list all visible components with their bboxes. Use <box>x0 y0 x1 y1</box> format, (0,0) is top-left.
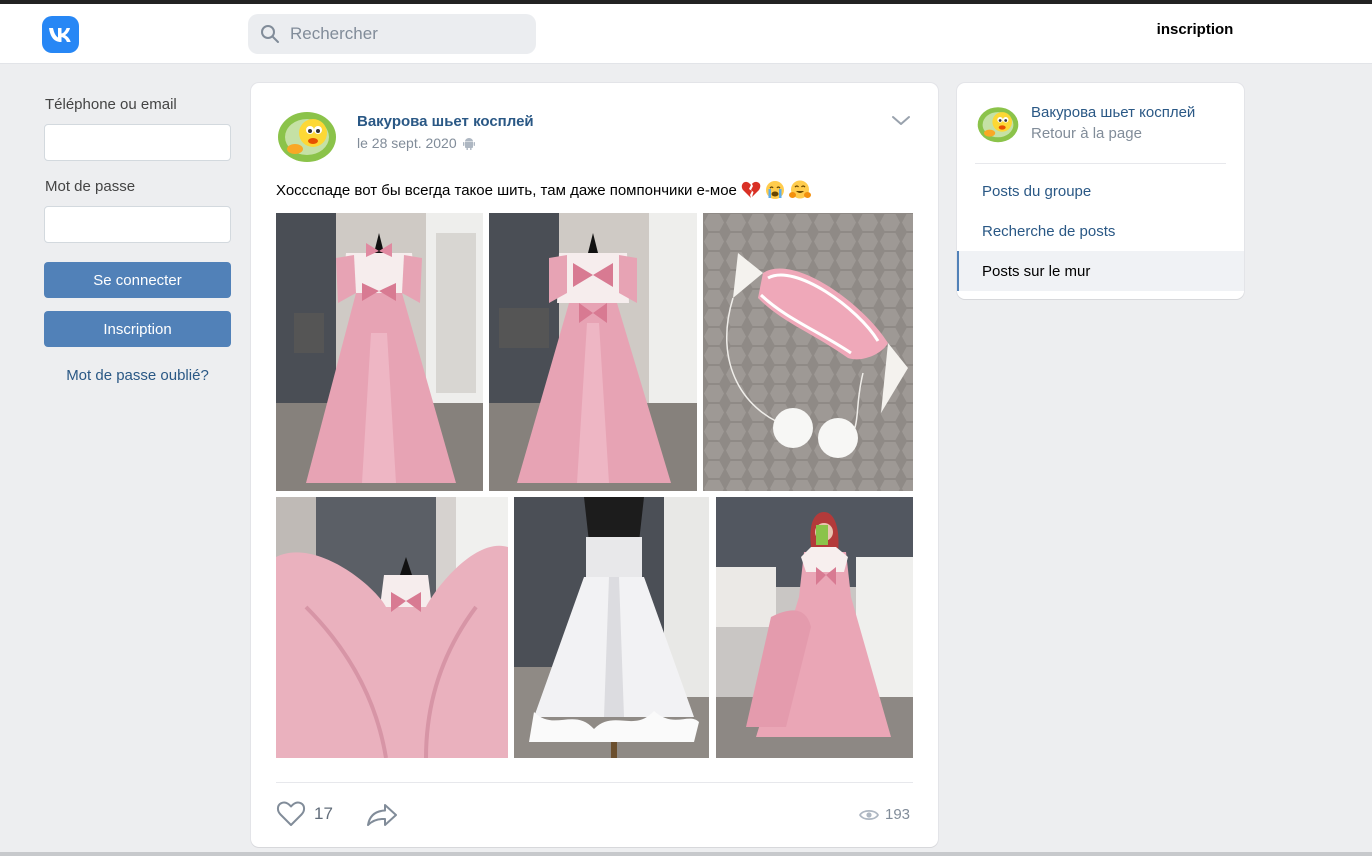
photo-pink-dress-front[interactable] <box>276 213 483 491</box>
post-date-text[interactable]: le 28 sept. 2020 <box>357 135 457 151</box>
header-signup-link[interactable]: inscription <box>1150 21 1240 38</box>
password-input[interactable] <box>44 206 231 243</box>
post-text-content: Хоссспаде вот бы всегда такое шить, там … <box>276 181 737 199</box>
eye-icon <box>859 809 879 820</box>
phone-email-label: Téléphone ou email <box>45 96 177 113</box>
like-button[interactable]: 17 <box>276 801 333 827</box>
forgot-password-link[interactable]: Mot de passe oublié? <box>44 367 231 384</box>
register-button[interactable]: Inscription <box>44 311 231 347</box>
photo-pink-mask-pompons[interactable] <box>703 213 913 491</box>
search-placeholder: Rechercher <box>290 24 378 43</box>
post-date: le 28 sept. 2020 <box>357 135 475 151</box>
crying-face-icon <box>765 181 784 199</box>
phone-email-input[interactable] <box>44 124 231 161</box>
login-form: Téléphone ou email Mot de passe Se conne… <box>44 96 231 384</box>
photo-pink-dress-spread[interactable] <box>276 497 508 758</box>
view-count: 193 <box>885 806 911 823</box>
login-button[interactable]: Se connecter <box>44 262 231 298</box>
bottom-edge <box>0 852 1372 856</box>
photo-white-petticoat[interactable] <box>514 497 709 758</box>
view-counter: 193 <box>859 806 910 823</box>
hugging-face-icon <box>788 180 811 199</box>
sidebar-item-search-posts[interactable]: Recherche de posts <box>957 211 1244 251</box>
like-count: 17 <box>314 804 333 823</box>
vk-logo-icon[interactable] <box>42 16 79 53</box>
header: Rechercher inscription <box>0 4 1372 64</box>
share-icon[interactable] <box>366 803 398 827</box>
sidebar-item-group-posts[interactable]: Posts du groupe <box>957 171 1244 211</box>
sidebar-divider <box>975 163 1226 164</box>
password-label: Mot de passe <box>45 178 136 195</box>
post-footer-divider <box>276 782 913 783</box>
group-sidebar: Вакурова шьет косплей Retour à la page P… <box>957 83 1244 299</box>
photo-girl-in-pink-dress[interactable] <box>716 497 913 758</box>
group-avatar-icon[interactable] <box>277 109 337 163</box>
sidebar-item-wall-posts[interactable]: Posts sur le mur <box>957 251 1244 291</box>
heart-icon <box>276 801 306 826</box>
group-avatar-small-icon[interactable] <box>977 104 1019 144</box>
post-text: Хоссспаде вот бы всегда такое шить, там … <box>276 180 811 200</box>
search-icon <box>261 25 279 43</box>
chevron-down-icon[interactable] <box>891 115 911 127</box>
photo-pink-dress-back[interactable] <box>489 213 697 491</box>
android-icon <box>462 137 475 150</box>
sidebar-group-name[interactable]: Вакурова шьет косплей <box>1031 104 1195 121</box>
broken-heart-icon <box>741 181 761 198</box>
back-to-page-link[interactable]: Retour à la page <box>1031 125 1142 142</box>
wall-post: Вакурова шьет косплей le 28 sept. 2020 Х… <box>251 83 938 847</box>
search-input[interactable]: Rechercher <box>248 14 536 54</box>
post-author[interactable]: Вакурова шьет косплей <box>357 113 534 130</box>
